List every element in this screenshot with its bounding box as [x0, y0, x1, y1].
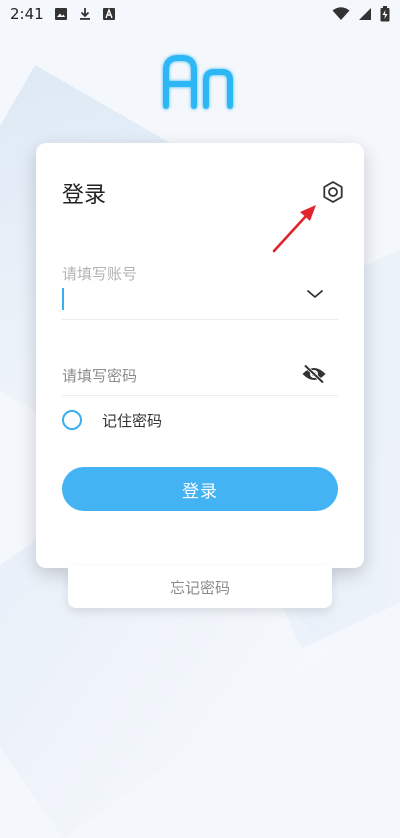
password-input[interactable]	[62, 362, 292, 390]
remember-radio[interactable]	[62, 410, 82, 430]
account-input[interactable]	[62, 285, 318, 313]
chevron-down-icon	[307, 290, 323, 298]
battery-icon	[380, 6, 390, 22]
font-icon	[102, 7, 116, 21]
image-icon	[54, 7, 68, 21]
login-card: 登录 请填写账号 记住密码 登录	[36, 143, 364, 568]
wifi-icon	[332, 7, 350, 21]
download-icon	[78, 7, 92, 21]
settings-hexagon-icon	[323, 181, 343, 203]
status-right	[332, 6, 390, 22]
toggle-password-visibility-button[interactable]	[300, 362, 328, 386]
remember-password-option[interactable]: 记住密码	[62, 408, 162, 432]
account-dropdown-button[interactable]	[302, 281, 328, 307]
status-time: 2:41	[10, 5, 44, 23]
login-title: 登录	[62, 183, 107, 208]
divider	[62, 395, 338, 396]
eye-off-icon	[302, 364, 326, 384]
remember-label: 记住密码	[102, 411, 163, 430]
account-label: 请填写账号	[62, 265, 138, 283]
status-left: 2:41	[10, 5, 116, 23]
status-bar: 2:41	[0, 0, 400, 28]
app-logo	[163, 55, 233, 109]
divider	[62, 319, 338, 320]
settings-button[interactable]	[320, 179, 346, 205]
login-button[interactable]: 登录	[62, 467, 338, 511]
forgot-password-button[interactable]: 忘记密码	[68, 566, 332, 608]
signal-icon	[358, 7, 372, 21]
